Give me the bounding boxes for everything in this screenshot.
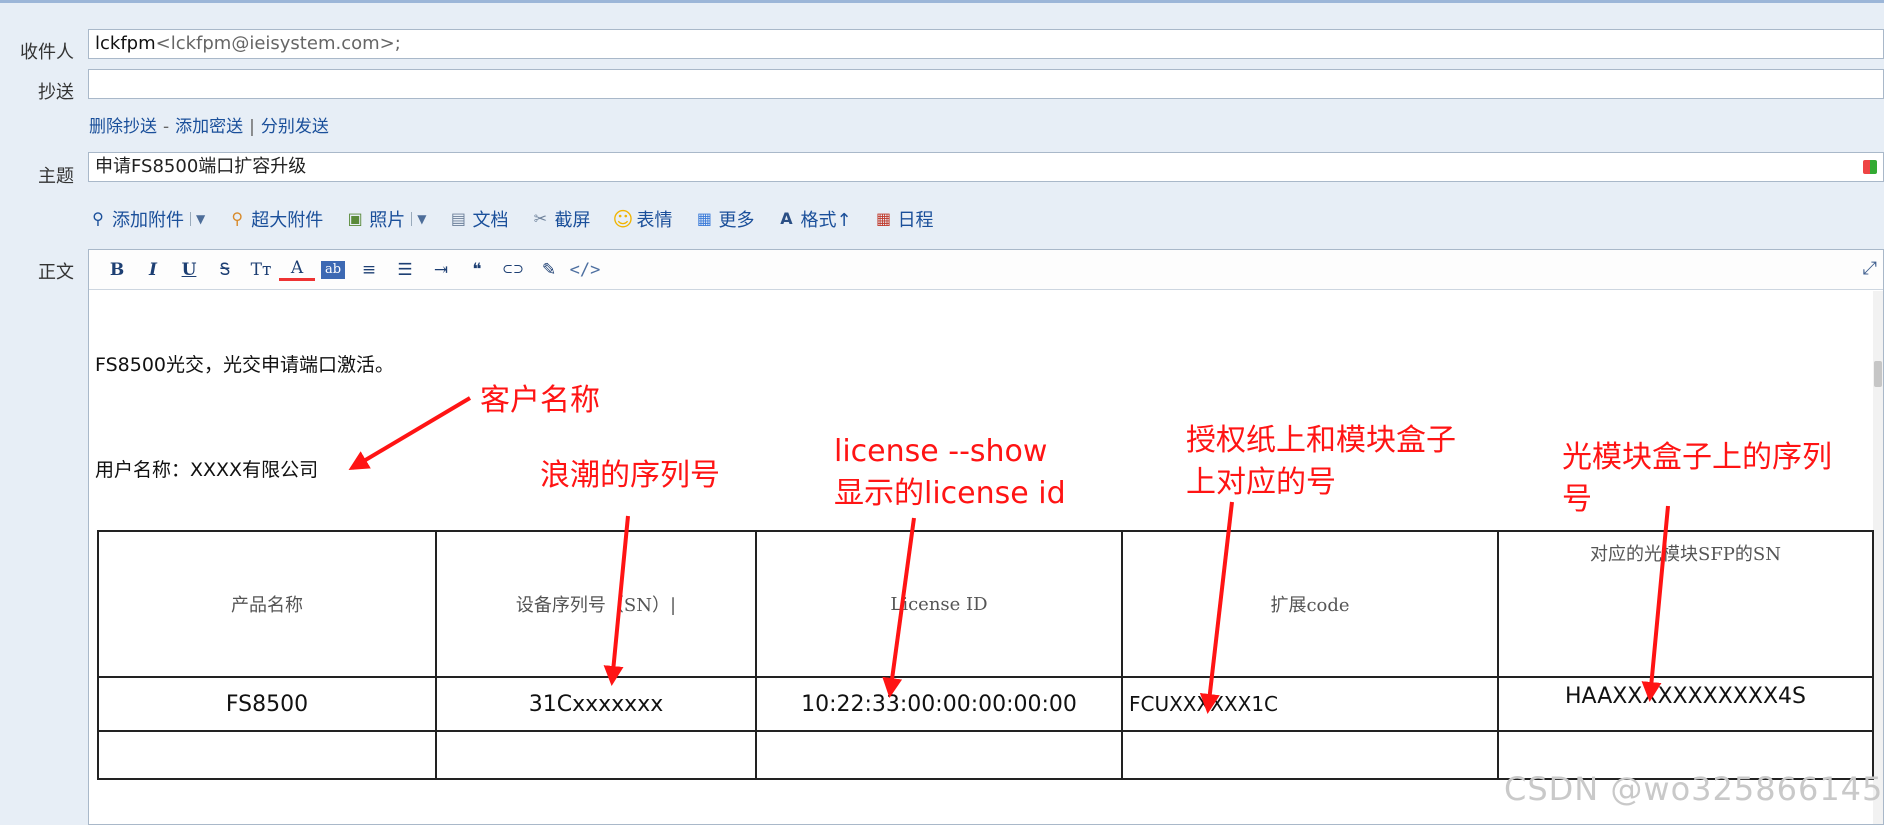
- arrow-extend-code: [1199, 501, 1234, 714]
- annotation-arrows: [348, 396, 1670, 714]
- arrow-sfp-sn: [1641, 505, 1670, 702]
- arrow-license-id: [882, 517, 916, 698]
- arrow-customer: [348, 396, 472, 471]
- arrow-device-sn: [603, 515, 630, 686]
- watermark: CSDN @wo325866145: [1504, 770, 1884, 808]
